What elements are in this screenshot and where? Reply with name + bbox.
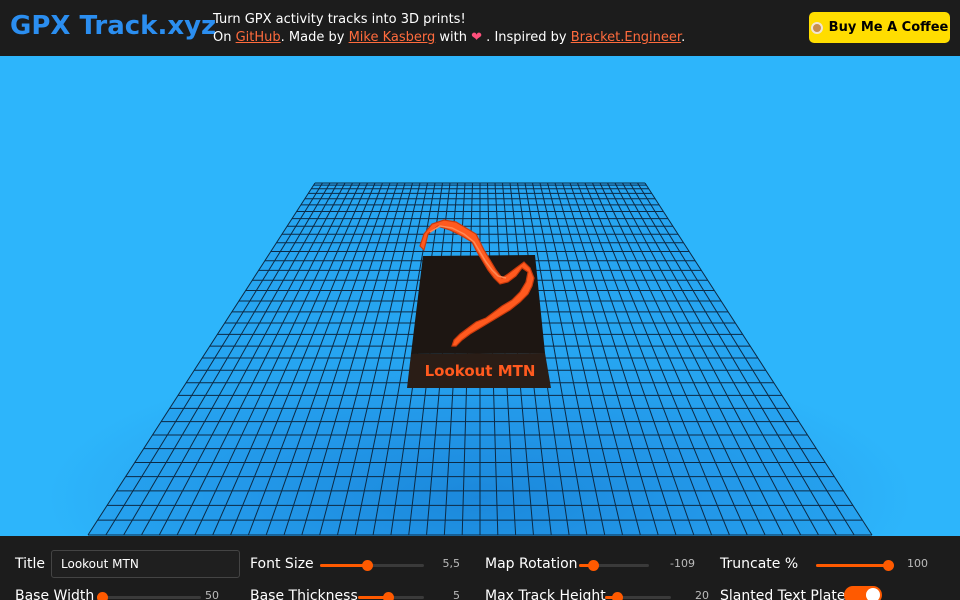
truncate-label: Truncate % <box>720 556 799 572</box>
base-width-slider-thumb[interactable] <box>97 592 109 600</box>
slanted-text-plate-control: Slanted Text Plate <box>720 582 950 600</box>
coffee-icon <box>810 21 823 34</box>
site-header: GPX Track.xyz Turn GPX activity tracks i… <box>0 0 960 56</box>
github-link[interactable]: GitHub <box>236 30 281 45</box>
base-thickness-slider-thumb[interactable] <box>382 592 394 600</box>
credits-line: On GitHub. Made by Mike Kasberg with ❤ .… <box>213 29 685 47</box>
author-link[interactable]: Mike Kasberg <box>349 30 436 45</box>
credits-with: with <box>435 30 472 45</box>
font-size-label: Font Size <box>250 556 314 572</box>
font-size-slider-thumb[interactable] <box>361 560 373 571</box>
map-rotation-value: -109 <box>670 557 695 570</box>
base-thickness-slider[interactable] <box>358 592 424 600</box>
font-size-slider[interactable] <box>320 560 424 571</box>
slanted-text-plate-label: Slanted Text Plate <box>720 588 846 600</box>
title-input[interactable] <box>51 550 240 578</box>
tagline-text: Turn GPX activity tracks into 3D prints! <box>213 12 466 27</box>
base-width-control: Base Width 50 <box>15 582 245 600</box>
toggle-knob <box>866 588 880 600</box>
inspiration-link[interactable]: Bracket.Engineer <box>571 30 681 45</box>
max-track-height-control: Max Track Height 20 <box>485 582 710 600</box>
map-rotation-control: Map Rotation -109 <box>485 550 697 580</box>
base-thickness-control: Base Thickness 5 <box>250 582 460 600</box>
3d-preview-viewport[interactable]: Lookout MTN <box>0 56 960 536</box>
map-rotation-label: Map Rotation <box>485 556 578 572</box>
heart-icon: ❤ <box>471 30 483 45</box>
base-width-value: 50 <box>205 589 219 600</box>
max-track-height-label: Max Track Height <box>485 588 606 600</box>
max-track-height-slider-thumb[interactable] <box>611 592 623 600</box>
font-size-value: 5,5 <box>442 557 461 570</box>
max-track-height-slider[interactable] <box>605 592 671 600</box>
credits-made-by: . Made by <box>280 30 349 45</box>
slanted-text-plate-toggle[interactable] <box>844 586 882 600</box>
plate-label: Lookout MTN <box>425 362 536 380</box>
truncate-slider[interactable] <box>816 560 894 571</box>
map-rotation-slider-thumb[interactable] <box>588 560 599 571</box>
title-control: Title <box>15 550 245 580</box>
truncate-control: Truncate % 100 <box>720 550 950 580</box>
site-tagline: Turn GPX activity tracks into 3D prints!… <box>213 11 685 47</box>
truncate-value: 100 <box>907 557 928 570</box>
truncate-slider-fill <box>816 564 888 567</box>
max-track-height-value: 20 <box>695 589 709 600</box>
credits-inspired: . Inspired by <box>482 30 571 45</box>
site-logo[interactable]: GPX Track.xyz <box>10 11 216 41</box>
credits-end: . <box>681 30 686 45</box>
settings-panel: Title Font Size 5,5 Map Rotation -109 Tr… <box>0 536 960 600</box>
base-width-label: Base Width <box>15 588 95 600</box>
font-size-slider-fill <box>320 564 367 567</box>
credits-on: On <box>213 30 236 45</box>
buy-me-a-coffee-button[interactable]: Buy Me A Coffee <box>809 12 950 43</box>
title-label: Title <box>15 556 46 572</box>
font-size-control: Font Size 5,5 <box>250 550 460 580</box>
coffee-button-label: Buy Me A Coffee <box>828 20 949 35</box>
base-thickness-label: Base Thickness <box>250 588 358 600</box>
3d-scene: Lookout MTN <box>87 182 873 536</box>
base-thickness-value: 5 <box>453 589 460 600</box>
map-rotation-slider[interactable] <box>579 560 649 571</box>
